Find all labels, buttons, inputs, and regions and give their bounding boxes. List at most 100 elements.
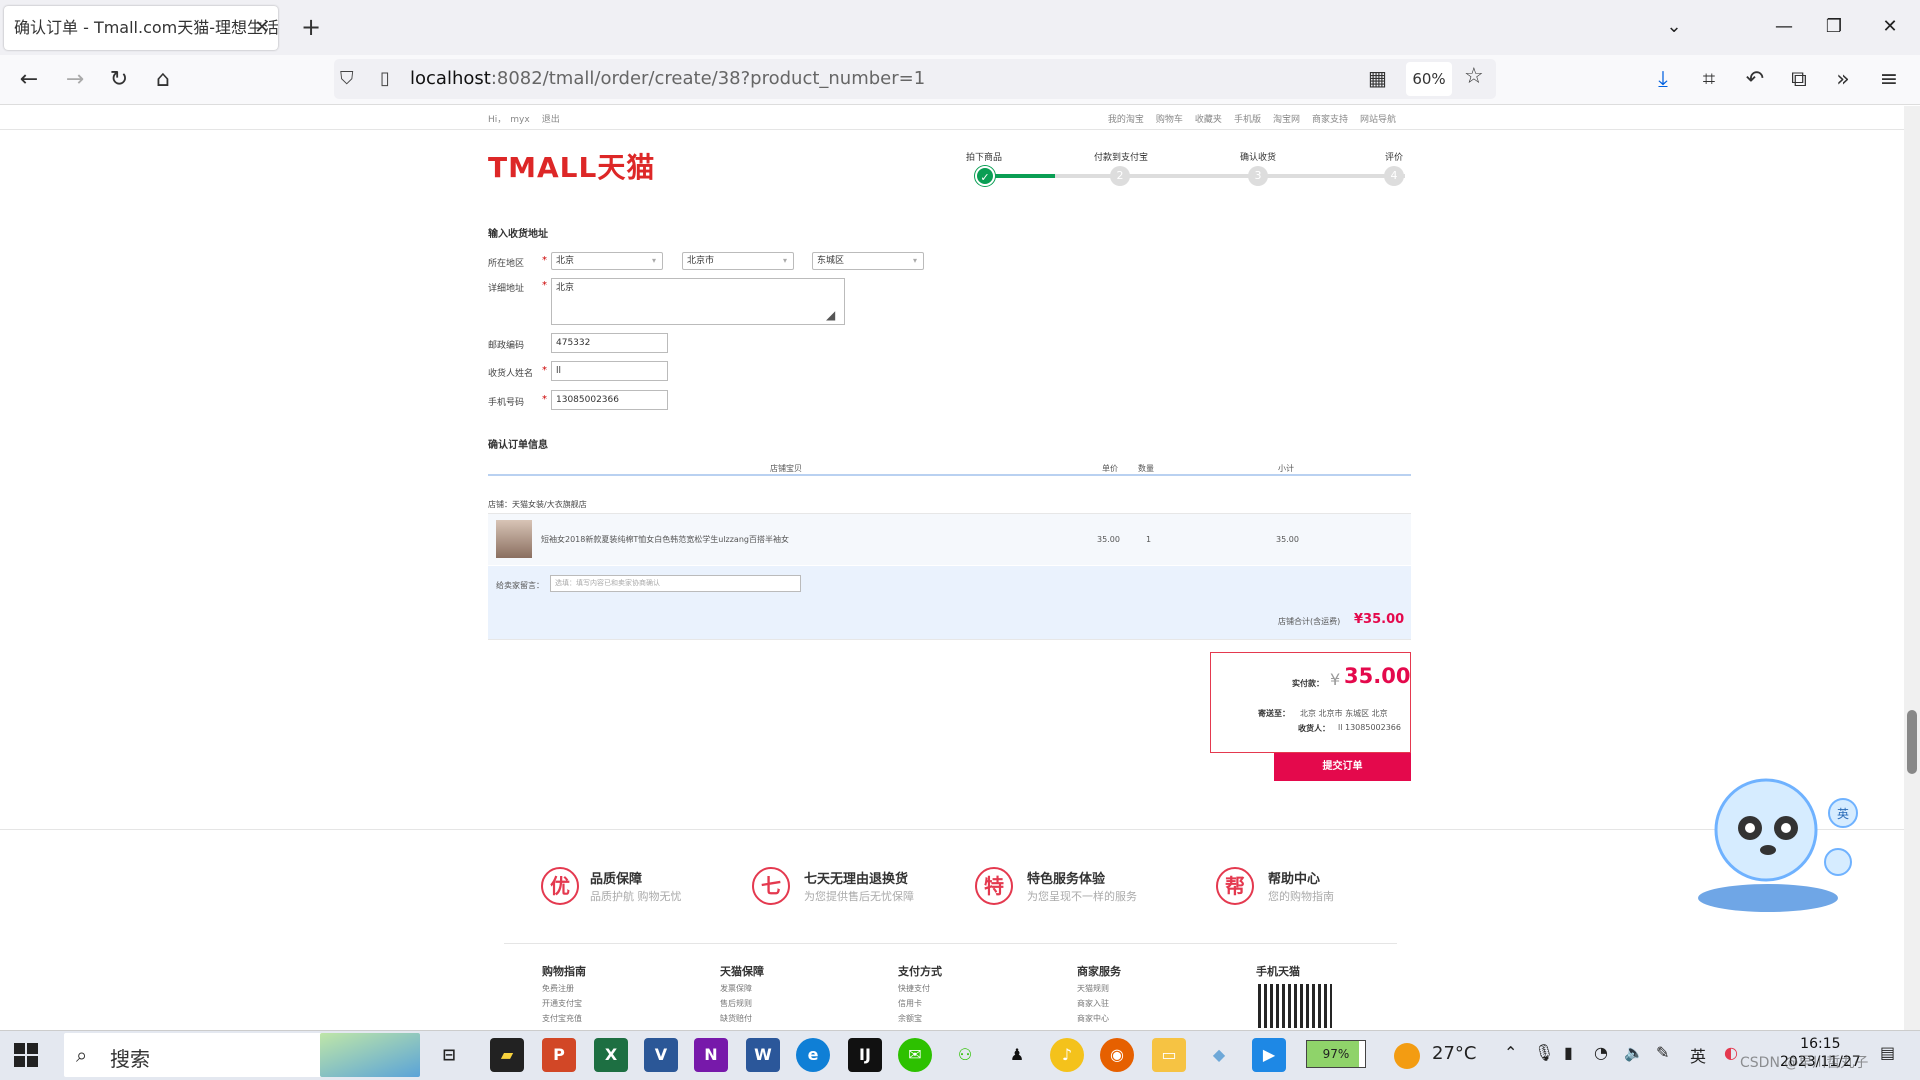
window-close-icon[interactable]: ✕ xyxy=(1870,10,1910,44)
nav-mobile[interactable]: 手机版 xyxy=(1234,112,1261,125)
powerpoint-icon[interactable]: P xyxy=(542,1038,576,1072)
reload-icon[interactable]: ↻ xyxy=(102,63,136,97)
crop-icon[interactable]: ⌗ xyxy=(1692,63,1726,97)
sticky-notes-icon[interactable]: ▰ xyxy=(490,1038,524,1072)
bookmark-star-icon[interactable]: ☆ xyxy=(1464,64,1484,89)
footer-link[interactable]: 发票保障 xyxy=(720,981,752,996)
intellij-icon[interactable]: IJ xyxy=(848,1038,882,1072)
file-explorer-icon[interactable]: ▭ xyxy=(1152,1038,1186,1072)
site-top-nav: Hi， myx 退出 网站导航 商家支持 淘宝网 手机版 收藏夹 购物车 我的淘宝 xyxy=(488,112,1408,126)
qq-icon[interactable]: ♟ xyxy=(1000,1038,1034,1072)
page-scrollbar[interactable] xyxy=(1904,106,1920,1030)
resize-handle-icon[interactable]: ◢ xyxy=(826,308,835,322)
submit-order-button[interactable]: 提交订单 xyxy=(1274,753,1411,781)
battery-indicator[interactable]: 97% xyxy=(1306,1040,1366,1068)
panda-mascot-image[interactable]: 英 xyxy=(1688,770,1863,920)
shop-name[interactable]: 店铺：天猫女装/大衣旗舰店 xyxy=(488,499,587,510)
music-icon[interactable]: ♪ xyxy=(1050,1038,1084,1072)
footer-link[interactable]: 信用卡 xyxy=(898,996,930,1011)
onenote-icon[interactable]: N xyxy=(694,1038,728,1072)
url-text[interactable]: localhost:8082/tmall/order/create/38?pro… xyxy=(410,59,925,99)
home-icon[interactable]: ⌂ xyxy=(146,63,180,97)
extensions-icon[interactable]: ⧉ xyxy=(1782,63,1816,97)
postcode-input[interactable]: 475332 xyxy=(551,333,668,353)
nav-cart[interactable]: 购物车 xyxy=(1156,112,1183,125)
nav-favorites[interactable]: 收藏夹 xyxy=(1195,112,1222,125)
microphone-icon[interactable]: 🎙 xyxy=(1534,1043,1554,1062)
tmall-logo[interactable]: TMALL天猫 xyxy=(488,146,655,186)
step-circle-2: 2 xyxy=(1110,166,1130,186)
product-thumbnail[interactable] xyxy=(496,520,532,558)
nav-taobao[interactable]: 淘宝网 xyxy=(1273,112,1300,125)
zoom-level-button[interactable]: 60% xyxy=(1406,62,1452,96)
menu-icon[interactable]: ≡ xyxy=(1872,63,1906,97)
footer-link[interactable]: 免费注册 xyxy=(542,981,582,996)
notification-icon[interactable]: ▤ xyxy=(1880,1043,1895,1062)
footer-link[interactable]: 商家中心 xyxy=(1077,1011,1109,1026)
footer-link[interactable]: 商家入驻 xyxy=(1077,996,1109,1011)
pen-icon[interactable]: ✎ xyxy=(1656,1043,1669,1062)
wechat-icon[interactable]: ✉ xyxy=(898,1038,932,1072)
video-player-icon[interactable]: ▶ xyxy=(1252,1038,1286,1072)
restore-icon[interactable]: ❐ xyxy=(1814,10,1854,44)
ime-indicator[interactable]: 英 xyxy=(1690,1043,1706,1067)
receiver-input[interactable]: ll xyxy=(551,361,668,381)
undo-icon[interactable]: ↶ xyxy=(1738,63,1772,97)
city-select[interactable]: 北京市 ▾ xyxy=(682,252,794,270)
divider xyxy=(0,129,1904,130)
scrollbar-thumb[interactable] xyxy=(1907,710,1917,774)
product-name[interactable]: 短袖女2018新款夏装纯棉T恤女白色韩范宽松学生ulzzang百搭半袖女 xyxy=(541,534,789,545)
footer-link[interactable]: 缺货赔付 xyxy=(720,1011,752,1026)
visio-icon[interactable]: V xyxy=(644,1038,678,1072)
footer-link[interactable]: 天猫规则 xyxy=(1077,981,1109,996)
volume-icon[interactable]: 🔈 xyxy=(1624,1043,1644,1062)
footer-link[interactable]: 开通支付宝 xyxy=(542,996,582,1011)
search-icon: ⌕ xyxy=(76,1043,88,1067)
tray-chevron-up-icon[interactable]: ⌃ xyxy=(1504,1043,1517,1062)
close-tab-icon[interactable]: ✕ xyxy=(248,6,276,50)
phone-input[interactable]: 13085002366 xyxy=(551,390,668,410)
footer-link[interactable]: 余额宝 xyxy=(898,1011,930,1026)
edge-icon[interactable]: e xyxy=(796,1038,830,1072)
district-select[interactable]: 东城区 ▾ xyxy=(812,252,924,270)
windows-start-icon[interactable] xyxy=(14,1043,38,1067)
step-label-4: 评价 xyxy=(1385,153,1404,163)
svg-text:英: 英 xyxy=(1837,807,1849,821)
new-tab-button[interactable]: + xyxy=(296,10,326,44)
miniprogram-icon[interactable]: ⚇ xyxy=(948,1038,982,1072)
battery-icon[interactable]: ▮ xyxy=(1564,1043,1573,1062)
download-icon[interactable]: ⤓ xyxy=(1646,63,1680,97)
excel-icon[interactable]: X xyxy=(594,1038,628,1072)
footer-link[interactable]: 售后规则 xyxy=(720,996,752,1011)
receiver-label: 收货人姓名 xyxy=(488,369,534,379)
back-arrow-icon[interactable]: ← xyxy=(12,63,46,97)
footer-link[interactable]: 快捷支付 xyxy=(898,981,930,996)
task-view-icon[interactable]: ⊟ xyxy=(432,1038,466,1072)
word-icon[interactable]: W xyxy=(746,1038,780,1072)
shield-icon[interactable]: ⛉ xyxy=(340,68,354,89)
province-select[interactable]: 北京 ▾ xyxy=(551,252,663,270)
detail-address-label: 详细地址 xyxy=(488,284,525,294)
csdn-icon[interactable]: ◐ xyxy=(1724,1043,1738,1062)
qr-code-icon[interactable]: ▦ xyxy=(1368,66,1387,90)
search-highlight-image xyxy=(320,1033,420,1077)
logout-link[interactable]: 退出 xyxy=(542,115,560,125)
tab-list-chevron-icon[interactable]: ⌄ xyxy=(1654,10,1694,44)
feature-subtitle: 您的购物指南 xyxy=(1268,890,1334,903)
browser-tab[interactable]: 确认订单 - Tmall.com天猫-理想生活 xyxy=(4,6,278,50)
weather-temp[interactable]: 27°C xyxy=(1432,1043,1476,1064)
wifi-icon[interactable]: ◔ xyxy=(1594,1043,1608,1062)
seller-message-input[interactable]: 选填：填写内容已和卖家协商确认 xyxy=(550,575,801,592)
overflow-chevron-icon[interactable]: » xyxy=(1826,63,1860,97)
nav-merchant-support[interactable]: 商家支持 xyxy=(1312,112,1348,125)
detail-address-textarea[interactable]: 北京 xyxy=(551,278,845,325)
user-link[interactable]: myx xyxy=(510,115,529,125)
minimize-icon[interactable]: — xyxy=(1764,10,1804,44)
nav-my-taobao[interactable]: 我的淘宝 xyxy=(1108,112,1144,125)
firefox-icon[interactable]: ◉ xyxy=(1100,1038,1134,1072)
nav-site-map[interactable]: 网站导航 xyxy=(1360,112,1396,125)
forward-arrow-icon[interactable]: → xyxy=(58,63,92,97)
footer-link[interactable]: 支付宝充值 xyxy=(542,1011,582,1026)
weather-icon[interactable] xyxy=(1394,1043,1420,1069)
app-icon[interactable]: ◆ xyxy=(1202,1038,1236,1072)
